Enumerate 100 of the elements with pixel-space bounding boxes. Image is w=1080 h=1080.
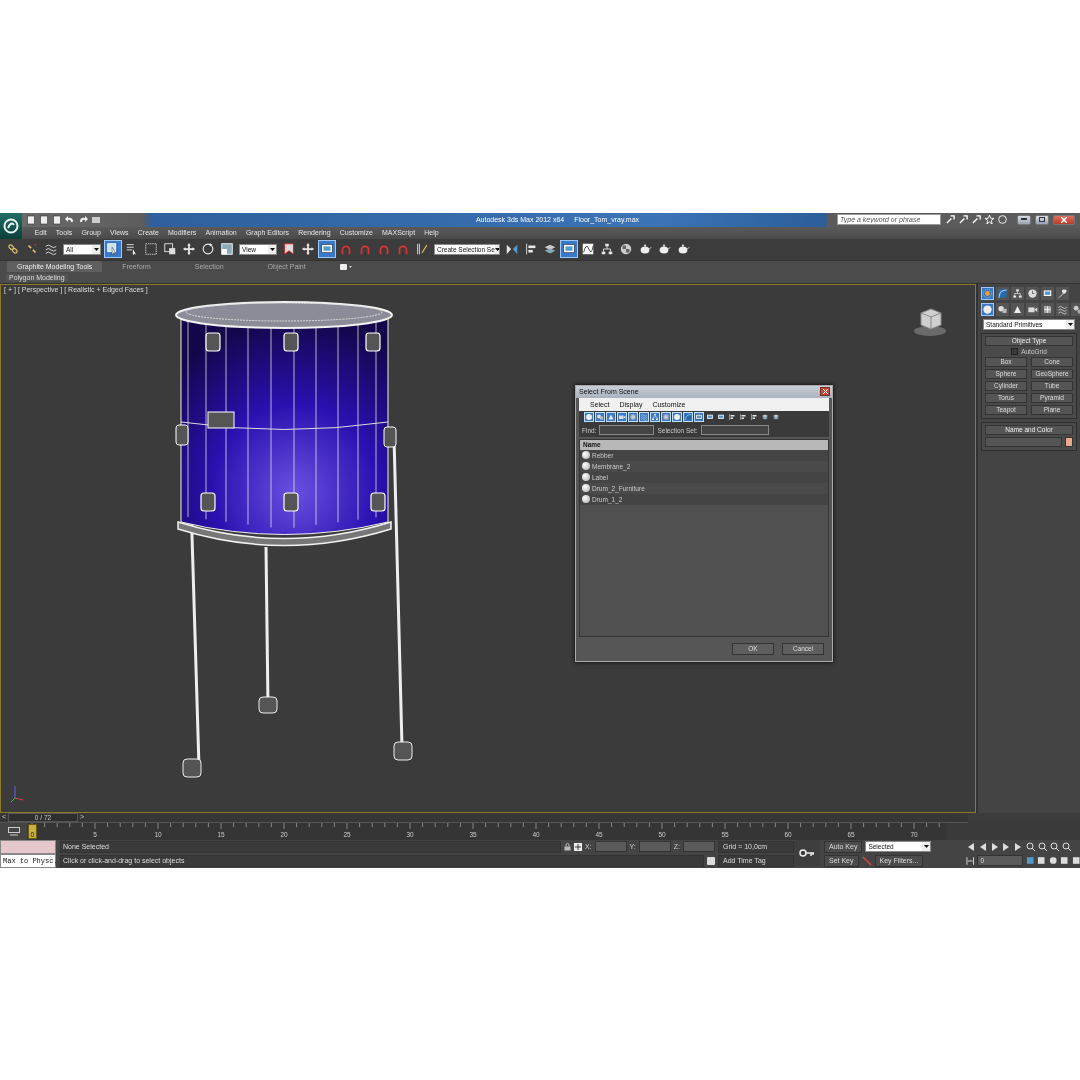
project-icon[interactable] (91, 214, 101, 225)
sun-icon (982, 287, 993, 299)
coordinate-field[interactable] (638, 841, 671, 852)
filter-button[interactable] (760, 412, 770, 422)
gears-icon (1072, 303, 1080, 315)
undo-icon[interactable] (65, 214, 75, 225)
coordinate-field[interactable] (683, 841, 715, 852)
zoom-all-icon[interactable] (1038, 842, 1047, 851)
panel-tab[interactable] (1011, 286, 1024, 300)
teapot-icon (676, 242, 690, 256)
maximize-icon (1039, 217, 1045, 222)
find-field[interactable] (599, 425, 655, 435)
toolbar-button[interactable] (218, 240, 236, 258)
scale-icon (220, 242, 234, 256)
close-button[interactable] (820, 387, 830, 396)
category-button[interactable] (996, 302, 1009, 316)
help-icon[interactable] (998, 215, 1007, 224)
category-button[interactable] (981, 302, 994, 316)
pencil-icon (415, 242, 429, 256)
redo-icon[interactable] (78, 214, 88, 225)
panel-tab[interactable] (981, 286, 994, 300)
window-list-icon (562, 242, 576, 256)
rotate-icon (201, 242, 215, 256)
clock-icon (1027, 287, 1038, 299)
category-button[interactable] (1071, 302, 1080, 316)
caret-icon (494, 247, 499, 251)
time-tag-icon[interactable] (707, 856, 715, 865)
chain-link-icon (6, 242, 20, 256)
maximize-button[interactable] (1035, 214, 1049, 225)
layers-icon (772, 413, 780, 421)
close-button[interactable] (1053, 214, 1075, 225)
bookmark-icon (282, 242, 296, 256)
light-icon (607, 413, 615, 421)
filter-button[interactable] (738, 412, 748, 422)
go-to-end-icon[interactable] (1014, 842, 1023, 851)
panel-tab[interactable] (1041, 286, 1054, 300)
color-swatch[interactable] (1065, 436, 1073, 447)
zoom-icon[interactable] (1026, 842, 1035, 851)
name-field[interactable] (985, 436, 1062, 447)
sphere-icon (982, 303, 993, 315)
panel-tab[interactable] (996, 286, 1009, 300)
toolbar-button[interactable] (318, 240, 336, 258)
shapes-icon (997, 303, 1008, 315)
filter-button[interactable] (694, 412, 704, 422)
window-list-icon (695, 413, 703, 421)
category-button[interactable] (1011, 302, 1024, 316)
filter-button[interactable] (683, 412, 693, 422)
panel-tab[interactable] (1056, 286, 1069, 300)
transform-mode-icon[interactable] (573, 842, 582, 851)
selection-set-field[interactable] (700, 425, 769, 435)
category-button[interactable] (1056, 302, 1069, 316)
new-file-icon[interactable] (26, 214, 36, 225)
coordinate-field[interactable] (594, 841, 627, 852)
key-line-icon (861, 855, 872, 866)
caret-icon (269, 247, 275, 251)
teapot-icon (638, 242, 652, 256)
previous-frame-icon[interactable] (978, 842, 987, 851)
curve-graph-icon (581, 242, 595, 256)
wave-icon (640, 413, 648, 421)
zoom-extents-icon[interactable] (1050, 842, 1059, 851)
filter-button[interactable] (749, 412, 759, 422)
toolbar-button[interactable] (142, 240, 160, 258)
filter-button[interactable] (716, 412, 726, 422)
broken-chain-icon (25, 242, 39, 256)
pan-icon[interactable] (1048, 856, 1058, 865)
dashed-square-icon (144, 242, 158, 256)
next-frame-icon[interactable] (1002, 842, 1011, 851)
hammer-icon (1057, 287, 1068, 299)
time-config-icon[interactable] (1025, 856, 1035, 865)
hierarchy-icon (1012, 287, 1023, 299)
key-mode-icon[interactable] (966, 856, 975, 865)
zoom-extents-all-icon[interactable] (1062, 842, 1071, 851)
play-icon[interactable] (990, 842, 999, 851)
category-button[interactable] (1041, 302, 1054, 316)
curve-editor-icon[interactable] (7, 826, 20, 836)
arc-icon (684, 413, 692, 421)
ribbon-options-icon[interactable] (339, 262, 352, 271)
star-icon[interactable] (985, 215, 994, 224)
lock-icon[interactable] (563, 842, 571, 851)
align-icon (750, 413, 758, 421)
panel-tab[interactable] (1026, 286, 1039, 300)
filter-button[interactable] (705, 412, 715, 422)
key-icon[interactable] (799, 848, 815, 857)
sphere-icon (673, 413, 681, 421)
axis-tripod-icon (9, 783, 25, 804)
toolbar-button[interactable] (560, 240, 578, 258)
arrow-cursor-icon (106, 242, 120, 256)
filter-button[interactable] (727, 412, 737, 422)
screen-icon (717, 413, 725, 421)
category-button[interactable] (1026, 302, 1039, 316)
hierarchy-icon (600, 242, 614, 256)
wave-icon (1057, 303, 1068, 315)
helper-icon (629, 413, 637, 421)
mirror-icon (505, 242, 519, 256)
go-to-start-icon[interactable] (966, 842, 975, 851)
align-icon (524, 242, 538, 256)
minimize-icon (1021, 218, 1027, 221)
filter-button[interactable] (771, 412, 781, 422)
minimize-button[interactable] (1017, 214, 1031, 225)
app-logo-icon[interactable] (0, 212, 22, 239)
